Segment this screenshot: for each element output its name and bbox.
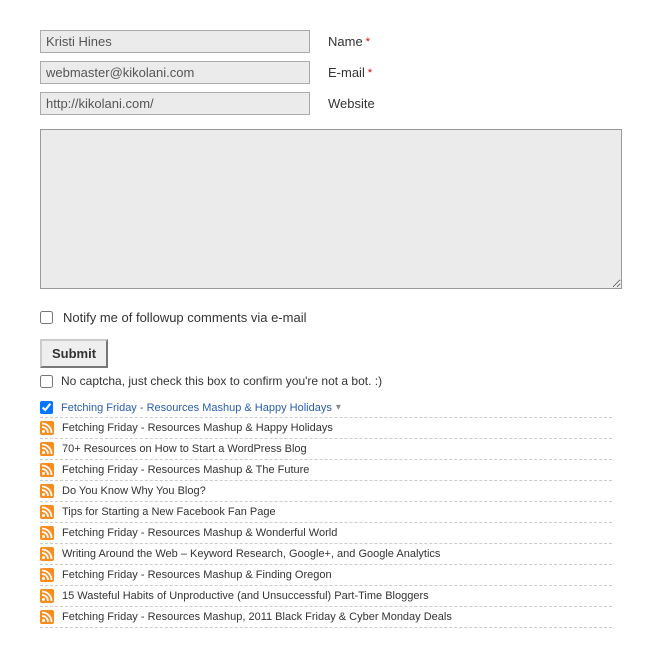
submit-button[interactable]: Submit <box>40 339 108 368</box>
rss-icon <box>40 589 54 603</box>
post-link[interactable]: Fetching Friday - Resources Mashup, 2011… <box>62 611 452 623</box>
post-list: Fetching Friday - Resources Mashup & Hap… <box>40 398 612 628</box>
post-link[interactable]: Fetching Friday - Resources Mashup & Hap… <box>62 422 333 434</box>
email-label: E-mail <box>328 65 365 80</box>
name-input[interactable] <box>40 30 310 53</box>
notify-label: Notify me of followup comments via e-mai… <box>63 310 306 325</box>
post-row: Writing Around the Web – Keyword Researc… <box>40 544 612 565</box>
name-label: Name <box>328 34 363 49</box>
required-mark: * <box>368 67 372 79</box>
post-row: Fetching Friday - Resources Mashup & Hap… <box>40 418 612 439</box>
post-row: Fetching Friday - Resources Mashup, 2011… <box>40 607 612 628</box>
rss-icon <box>40 463 54 477</box>
rss-icon <box>40 610 54 624</box>
rss-icon <box>40 484 54 498</box>
post-row: Do You Know Why You Blog? <box>40 481 612 502</box>
post-link[interactable]: Fetching Friday - Resources Mashup & Hap… <box>61 402 332 414</box>
post-row: 70+ Resources on How to Start a WordPres… <box>40 439 612 460</box>
post-link[interactable]: Do You Know Why You Blog? <box>62 485 206 497</box>
post-row: Fetching Friday - Resources Mashup & The… <box>40 460 612 481</box>
chevron-down-icon[interactable]: ▾ <box>336 402 341 413</box>
post-row: Tips for Starting a New Facebook Fan Pag… <box>40 502 612 523</box>
post-link[interactable]: 70+ Resources on How to Start a WordPres… <box>62 443 307 455</box>
post-link[interactable]: Writing Around the Web – Keyword Researc… <box>62 548 440 560</box>
post-row: Fetching Friday - Resources Mashup & Won… <box>40 523 612 544</box>
post-row: Fetching Friday - Resources Mashup & Hap… <box>40 398 612 418</box>
comment-textarea[interactable] <box>40 129 622 289</box>
post-row: Fetching Friday - Resources Mashup & Fin… <box>40 565 612 586</box>
website-label: Website <box>328 96 375 111</box>
rss-icon <box>40 442 54 456</box>
captcha-checkbox[interactable] <box>40 375 53 388</box>
post-link[interactable]: Fetching Friday - Resources Mashup & The… <box>62 464 309 476</box>
rss-icon <box>40 526 54 540</box>
rss-icon <box>40 421 54 435</box>
rss-icon <box>40 568 54 582</box>
captcha-label: No captcha, just check this box to confi… <box>61 374 382 388</box>
post-link[interactable]: Tips for Starting a New Facebook Fan Pag… <box>62 506 276 518</box>
post-select-checkbox[interactable] <box>40 401 53 414</box>
notify-checkbox[interactable] <box>40 311 53 324</box>
post-link[interactable]: 15 Wasteful Habits of Unproductive (and … <box>62 590 429 602</box>
post-row: 15 Wasteful Habits of Unproductive (and … <box>40 586 612 607</box>
post-link[interactable]: Fetching Friday - Resources Mashup & Won… <box>62 527 337 539</box>
rss-icon <box>40 547 54 561</box>
rss-icon <box>40 505 54 519</box>
email-input[interactable] <box>40 61 310 84</box>
website-input[interactable] <box>40 92 310 115</box>
post-link[interactable]: Fetching Friday - Resources Mashup & Fin… <box>62 569 332 581</box>
required-mark: * <box>366 36 370 48</box>
